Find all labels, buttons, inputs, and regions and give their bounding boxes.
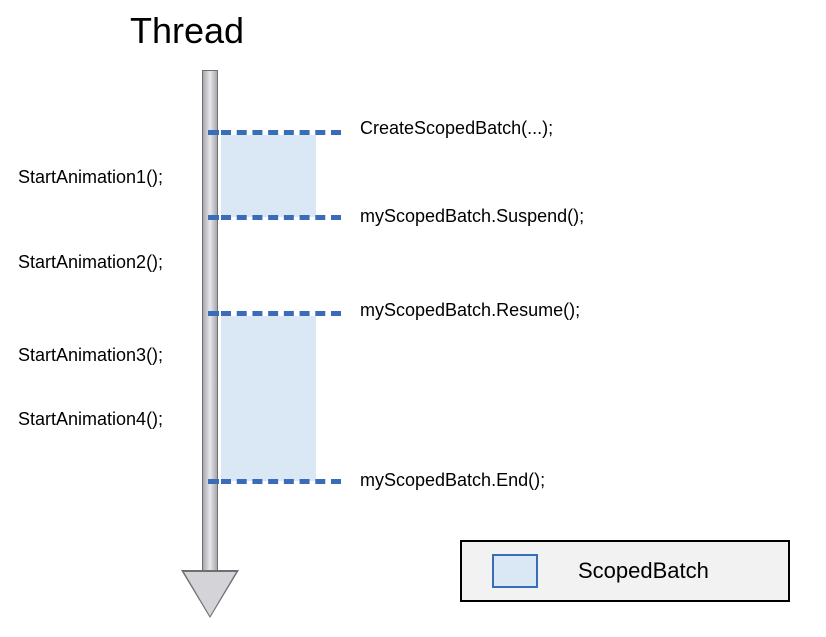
legend-swatch-scoped-batch <box>492 554 538 588</box>
dash-connector-4 <box>208 479 219 484</box>
dash-line-suspend <box>221 215 341 220</box>
thread-timeline-arrowhead <box>184 572 236 616</box>
dash-connector-3 <box>208 311 219 316</box>
left-label-start-animation-4: StartAnimation4(); <box>18 409 163 430</box>
right-label-create-scoped-batch: CreateScopedBatch(...); <box>360 118 553 139</box>
diagram-title: Thread <box>130 10 244 52</box>
right-label-resume: myScopedBatch.Resume(); <box>360 300 580 321</box>
legend-box: ScopedBatch <box>460 540 790 602</box>
dash-connector-1 <box>208 130 219 135</box>
right-label-suspend: myScopedBatch.Suspend(); <box>360 206 584 227</box>
scoped-batch-region-1 <box>221 135 316 217</box>
dash-connector-2 <box>208 215 219 220</box>
dash-line-create <box>221 130 341 135</box>
scoped-batch-region-2 <box>221 316 316 481</box>
dash-line-end <box>221 479 341 484</box>
dash-line-resume <box>221 311 341 316</box>
legend-label: ScopedBatch <box>578 558 709 584</box>
thread-timeline-shaft <box>202 70 218 575</box>
left-label-start-animation-1: StartAnimation1(); <box>18 167 163 188</box>
left-label-start-animation-2: StartAnimation2(); <box>18 252 163 273</box>
left-label-start-animation-3: StartAnimation3(); <box>18 345 163 366</box>
right-label-end: myScopedBatch.End(); <box>360 470 545 491</box>
